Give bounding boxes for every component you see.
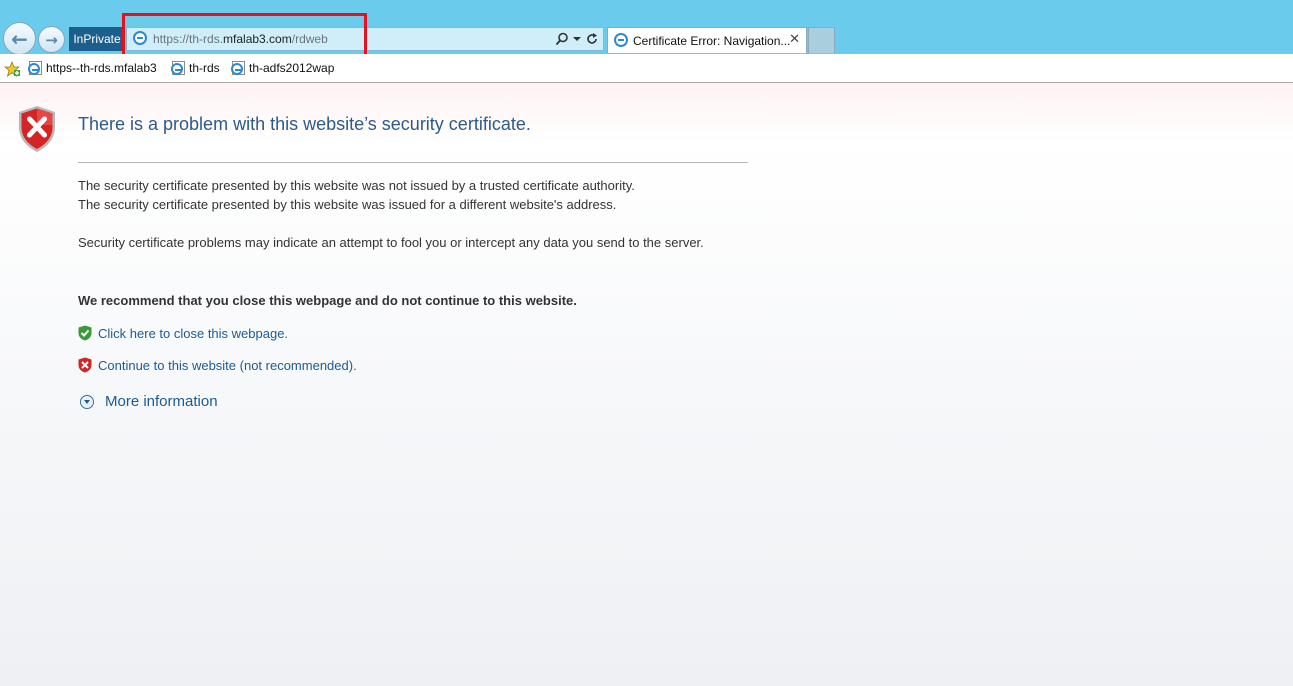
favorites-star-icon[interactable] bbox=[4, 61, 20, 77]
ie-page-icon bbox=[231, 61, 245, 75]
warning-text: Security certificate problems may indica… bbox=[78, 235, 704, 250]
more-information-toggle[interactable]: More information bbox=[80, 393, 218, 410]
continue-website-link[interactable]: Continue to this website (not recommende… bbox=[78, 357, 357, 373]
red-shield-x-icon bbox=[19, 106, 55, 152]
ie-page-icon bbox=[171, 61, 185, 75]
red-shield-x-icon bbox=[78, 357, 92, 373]
recommendation-text: We recommend that you close this webpage… bbox=[78, 293, 577, 308]
refresh-icon[interactable] bbox=[585, 32, 599, 46]
cert-issue-text: The security certificate presented by th… bbox=[78, 178, 635, 193]
close-webpage-label: Click here to close this webpage. bbox=[98, 325, 289, 341]
inprivate-badge[interactable]: InPrivate bbox=[69, 27, 125, 51]
divider bbox=[78, 162, 748, 163]
chevron-down-icon[interactable] bbox=[573, 32, 581, 46]
search-icon[interactable] bbox=[555, 32, 569, 46]
close-webpage-link[interactable]: Click here to close this webpage. bbox=[78, 325, 288, 341]
tab-title: Certificate Error: Navigation... bbox=[633, 34, 791, 48]
certificate-error-page: There is a problem with this website’s s… bbox=[0, 83, 1293, 686]
favorite-item[interactable]: th-rds bbox=[171, 61, 220, 75]
back-arrow-icon: ← bbox=[11, 26, 28, 51]
new-tab-button[interactable] bbox=[808, 27, 835, 53]
favorites-bar: https--th-rds.mfalab3 th-rds th-adfs2012… bbox=[0, 54, 1293, 83]
close-tab-icon[interactable]: ✕ bbox=[789, 32, 800, 47]
forward-button[interactable]: → bbox=[38, 26, 65, 53]
page-title: There is a problem with this website’s s… bbox=[78, 114, 531, 134]
address-highlight-annotation bbox=[122, 13, 367, 60]
more-information-label: More information bbox=[105, 393, 218, 410]
address-tools bbox=[555, 30, 599, 48]
forward-arrow-icon: → bbox=[45, 30, 58, 49]
back-button[interactable]: ← bbox=[3, 22, 36, 55]
ie-page-icon bbox=[28, 61, 42, 75]
favorite-label: https--th-rds.mfalab3 bbox=[46, 61, 157, 75]
ie-icon bbox=[614, 33, 628, 47]
green-shield-check-icon bbox=[78, 325, 92, 341]
favorite-item[interactable]: th-adfs2012wap bbox=[231, 61, 335, 75]
favorite-label: th-adfs2012wap bbox=[249, 61, 335, 75]
favorite-item[interactable]: https--th-rds.mfalab3 bbox=[28, 61, 157, 75]
favorite-label: th-rds bbox=[189, 61, 220, 75]
continue-website-label: Continue to this website (not recommende… bbox=[98, 357, 357, 373]
tab-certificate-error[interactable]: Certificate Error: Navigation... ✕ bbox=[607, 27, 807, 53]
expand-icon bbox=[80, 394, 94, 409]
cert-mismatch-text: The security certificate presented by th… bbox=[78, 197, 617, 212]
